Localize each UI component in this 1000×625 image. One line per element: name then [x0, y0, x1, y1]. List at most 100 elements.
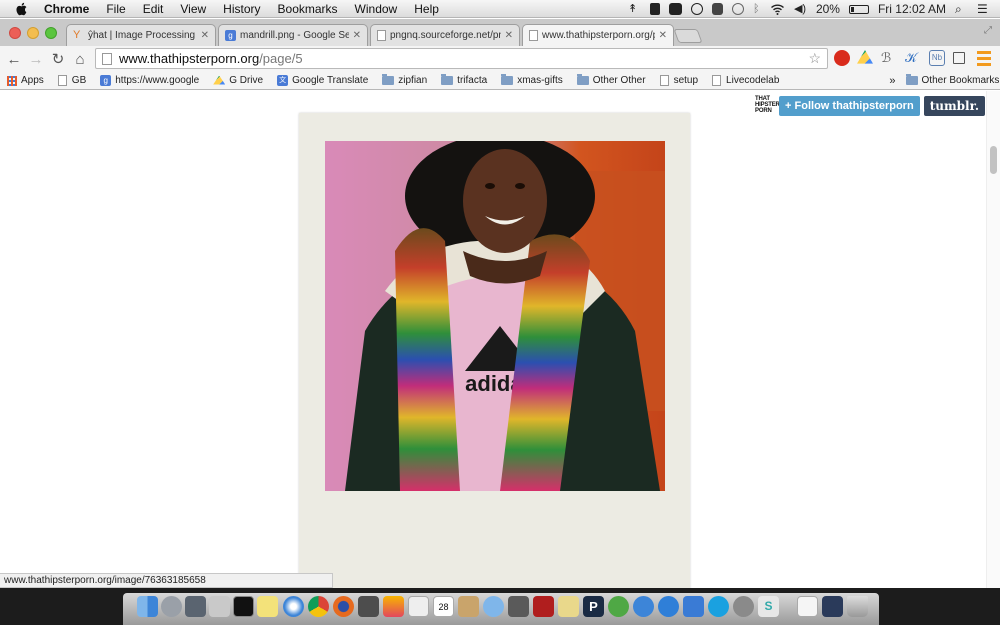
close-tab-icon[interactable]: ✕ [201, 30, 209, 41]
menubar-clock[interactable]: Fri 12:02 AM [878, 2, 946, 16]
bookmark-star-icon[interactable]: ☆ [808, 50, 821, 67]
page-scrollbar[interactable] [986, 91, 1000, 588]
close-tab-icon[interactable]: ✕ [353, 30, 361, 41]
menu-window[interactable]: Window [355, 2, 398, 16]
menu-bookmarks[interactable]: Bookmarks [278, 2, 338, 16]
home-button[interactable]: ⌂ [69, 48, 91, 70]
evernote-icon[interactable] [668, 3, 682, 15]
contacts-icon[interactable] [458, 596, 479, 617]
tumblr-button[interactable]: tumblr. [923, 96, 985, 116]
bookmark-folder-trifacta[interactable]: trifacta [441, 74, 487, 86]
tab-yhat[interactable]: Y ŷhat | Image Processing w ✕ [66, 24, 216, 46]
other-bookmarks[interactable]: Other Bookmarks [905, 74, 999, 86]
chrome-menu-icon[interactable] [977, 51, 991, 66]
yhat-status-icon[interactable]: ↟ [628, 3, 641, 15]
documents-stack-icon[interactable] [797, 596, 818, 617]
menu-edit[interactable]: Edit [143, 2, 164, 16]
calculator-icon[interactable] [209, 596, 230, 617]
app-store-icon[interactable] [608, 596, 629, 617]
bookmark-folder-zipfian[interactable]: zipfian [382, 74, 427, 86]
slack-icon[interactable]: S [758, 596, 779, 617]
doc-icon [659, 75, 669, 86]
apps-icon [7, 75, 17, 86]
blog-logo[interactable]: THAT HIPSTER PORN [755, 96, 780, 116]
bookmark-folder-other-other[interactable]: Other Other [576, 74, 646, 86]
square-extension-icon[interactable] [953, 52, 965, 64]
terminal-icon[interactable] [233, 596, 254, 617]
bookmark-google[interactable]: g https://www.google [100, 75, 199, 86]
polaroid-post[interactable]: adidas [299, 113, 690, 588]
signature-extension-icon[interactable]: 𝒦 [905, 50, 921, 66]
mission-control-icon[interactable] [185, 596, 206, 617]
time-machine-icon[interactable] [731, 3, 744, 15]
address-bar[interactable]: www.thathipsterporn.org/page/5 ☆ [95, 48, 828, 69]
pandora-icon[interactable]: P [583, 596, 604, 617]
menu-app-name[interactable]: Chrome [44, 2, 89, 16]
follow-button[interactable]: + Follow thathipsterporn [779, 96, 920, 116]
bluetooth-icon[interactable]: ᛒ [753, 3, 761, 15]
bookmarks-overflow-chevron[interactable]: » [889, 75, 895, 87]
do-not-disturb-icon[interactable] [690, 3, 703, 15]
safari-icon[interactable] [283, 596, 304, 617]
reload-button[interactable]: ↻ [47, 48, 69, 70]
calendar-icon[interactable]: 28 [433, 596, 454, 617]
nb-extension-icon[interactable]: Nb [929, 50, 945, 66]
sublime-icon[interactable] [358, 596, 379, 617]
new-tab-button[interactable] [673, 29, 703, 43]
bookmark-livecodelab[interactable]: Livecodelab [712, 75, 779, 86]
close-window-button[interactable] [9, 27, 21, 39]
system-preferences-icon[interactable] [733, 596, 754, 617]
skype-icon[interactable] [708, 596, 729, 617]
page-icon [102, 52, 112, 65]
bookmark-g-drive[interactable]: G Drive [213, 75, 263, 86]
messages-icon[interactable] [483, 596, 504, 617]
tab-pngnq[interactable]: pngnq.sourceforge.net/pn ✕ [370, 24, 520, 46]
trash-icon[interactable] [847, 596, 868, 617]
fullscreen-icon[interactable]: ⤢ [984, 25, 994, 36]
photo-booth-icon[interactable] [533, 596, 554, 617]
adblock-icon[interactable] [834, 50, 850, 66]
bookmark-setup[interactable]: setup [659, 75, 698, 86]
scrollbar-thumb[interactable] [990, 146, 997, 174]
mac-app-store-icon[interactable] [658, 596, 679, 617]
clipboard-icon[interactable] [649, 3, 660, 15]
firefox-icon[interactable] [333, 596, 354, 617]
notes-icon[interactable] [558, 596, 579, 617]
translate-extension-icon[interactable]: ℬ [881, 50, 897, 66]
menu-file[interactable]: File [106, 2, 125, 16]
chrome-icon[interactable] [308, 596, 329, 617]
spotlight-icon[interactable]: ⌕ [955, 3, 968, 15]
xcode-icon[interactable] [683, 596, 704, 617]
bookmark-google-translate[interactable]: 文 Google Translate [277, 75, 368, 86]
notification-center-icon[interactable]: ☰ [977, 3, 990, 15]
cloud-app-icon[interactable] [711, 3, 723, 15]
bookmark-gb[interactable]: GB [57, 75, 86, 86]
wifi-icon[interactable] [770, 3, 785, 15]
menu-view[interactable]: View [180, 2, 206, 16]
itunes-icon[interactable] [633, 596, 654, 617]
volume-icon[interactable]: ◀) [794, 3, 807, 15]
bookmark-folder-xmas-gifts[interactable]: xmas-gifts [501, 74, 563, 86]
bookmark-apps[interactable]: Apps [7, 75, 44, 86]
tab-google-search[interactable]: g mandrill.png - Google Sea ✕ [218, 24, 368, 46]
launchpad-icon[interactable] [161, 596, 182, 617]
finder-icon[interactable] [137, 596, 158, 617]
close-tab-icon[interactable]: ✕ [505, 30, 513, 41]
battery-icon[interactable] [848, 4, 869, 14]
minimize-window-button[interactable] [27, 27, 39, 39]
facetime-icon[interactable] [508, 596, 529, 617]
menu-history[interactable]: History [223, 2, 260, 16]
google-drive-icon[interactable] [857, 50, 873, 64]
polaroid-photo[interactable]: adidas [325, 141, 665, 491]
close-tab-icon[interactable]: ✕ [659, 30, 667, 41]
forward-button[interactable]: → [25, 48, 47, 70]
sketch-icon[interactable] [383, 596, 404, 617]
menu-help[interactable]: Help [414, 2, 439, 16]
zoom-window-button[interactable] [45, 27, 57, 39]
apple-icon[interactable] [14, 1, 30, 17]
preview-icon[interactable] [408, 596, 429, 617]
tab-thathipsterporn[interactable]: www.thathipsterporn.org/p ✕ [522, 24, 674, 46]
stickies-icon[interactable] [257, 596, 278, 617]
downloads-stack-icon[interactable] [822, 596, 843, 617]
back-button[interactable]: ← [3, 48, 25, 70]
